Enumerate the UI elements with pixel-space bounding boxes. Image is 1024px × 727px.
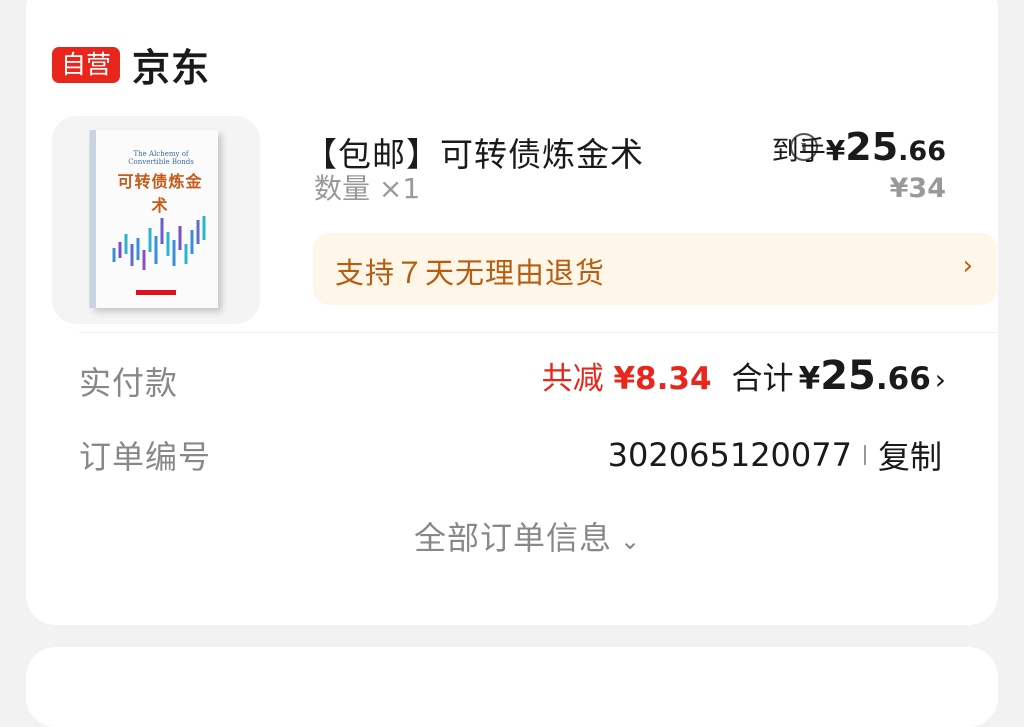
total-label: 合计 xyxy=(731,361,794,397)
return-policy-banner[interactable]: 支持７天无理由退货 › xyxy=(313,233,997,305)
store-header[interactable]: 自营 京东 xyxy=(52,37,210,92)
store-name[interactable]: 京东 xyxy=(132,37,210,92)
payment-summary[interactable]: 共减 ¥8.34 合计 ¥25.66 › xyxy=(542,353,946,399)
book-cover-image: The Alchemy of Convertible Bonds 可转债炼金术 xyxy=(90,130,218,308)
divider xyxy=(79,332,997,333)
product-thumbnail[interactable]: The Alchemy of Convertible Bonds 可转债炼金术 xyxy=(52,116,260,324)
self-operated-badge: 自营 xyxy=(52,46,121,83)
order-card: 自营 京东 The Alchemy of Convertible Bonds 可… xyxy=(26,0,998,625)
chevron-right-icon: › xyxy=(962,251,973,281)
discount-amount: ¥8.34 xyxy=(613,361,712,397)
final-price: 到手¥25.66 xyxy=(772,125,946,169)
total-decimal: .66 xyxy=(875,361,931,397)
final-price-integer: 25 xyxy=(845,125,899,169)
order-number-row: 302065120077 复制 xyxy=(608,432,942,478)
payment-label: 实付款 xyxy=(79,364,179,402)
quantity: 数量 ×1 xyxy=(314,172,421,205)
final-price-label: 到手 xyxy=(771,136,826,167)
all-order-info-label: 全部订单信息 xyxy=(414,519,613,557)
final-price-currency: ¥ xyxy=(825,134,846,167)
book-cover-cn-title: 可转债炼金术 xyxy=(117,172,203,215)
separator xyxy=(863,445,866,465)
return-policy-text: 支持７天无理由退货 xyxy=(335,256,606,290)
all-order-info-toggle[interactable]: 全部订单信息 ⌄ xyxy=(414,513,641,559)
original-price: ¥34 xyxy=(889,173,946,204)
order-number: 302065120077 xyxy=(607,436,852,474)
chevron-right-icon: › xyxy=(934,363,946,396)
book-cover-en-title: The Alchemy of Convertible Bonds xyxy=(128,150,194,166)
next-card xyxy=(26,647,998,727)
total-integer: 25 xyxy=(820,353,876,399)
final-price-decimal: .66 xyxy=(898,136,946,167)
copy-button[interactable]: 复制 xyxy=(878,432,942,478)
book-publisher-mark xyxy=(136,290,176,295)
chevron-down-icon: ⌄ xyxy=(620,527,642,555)
book-cover-chart-graphic xyxy=(112,216,206,270)
order-number-label: 订单编号 xyxy=(79,438,212,476)
discount-text: 共减 ¥8.34 xyxy=(542,361,712,397)
discount-label: 共减 xyxy=(541,361,614,397)
total-currency: ¥ xyxy=(798,361,821,397)
